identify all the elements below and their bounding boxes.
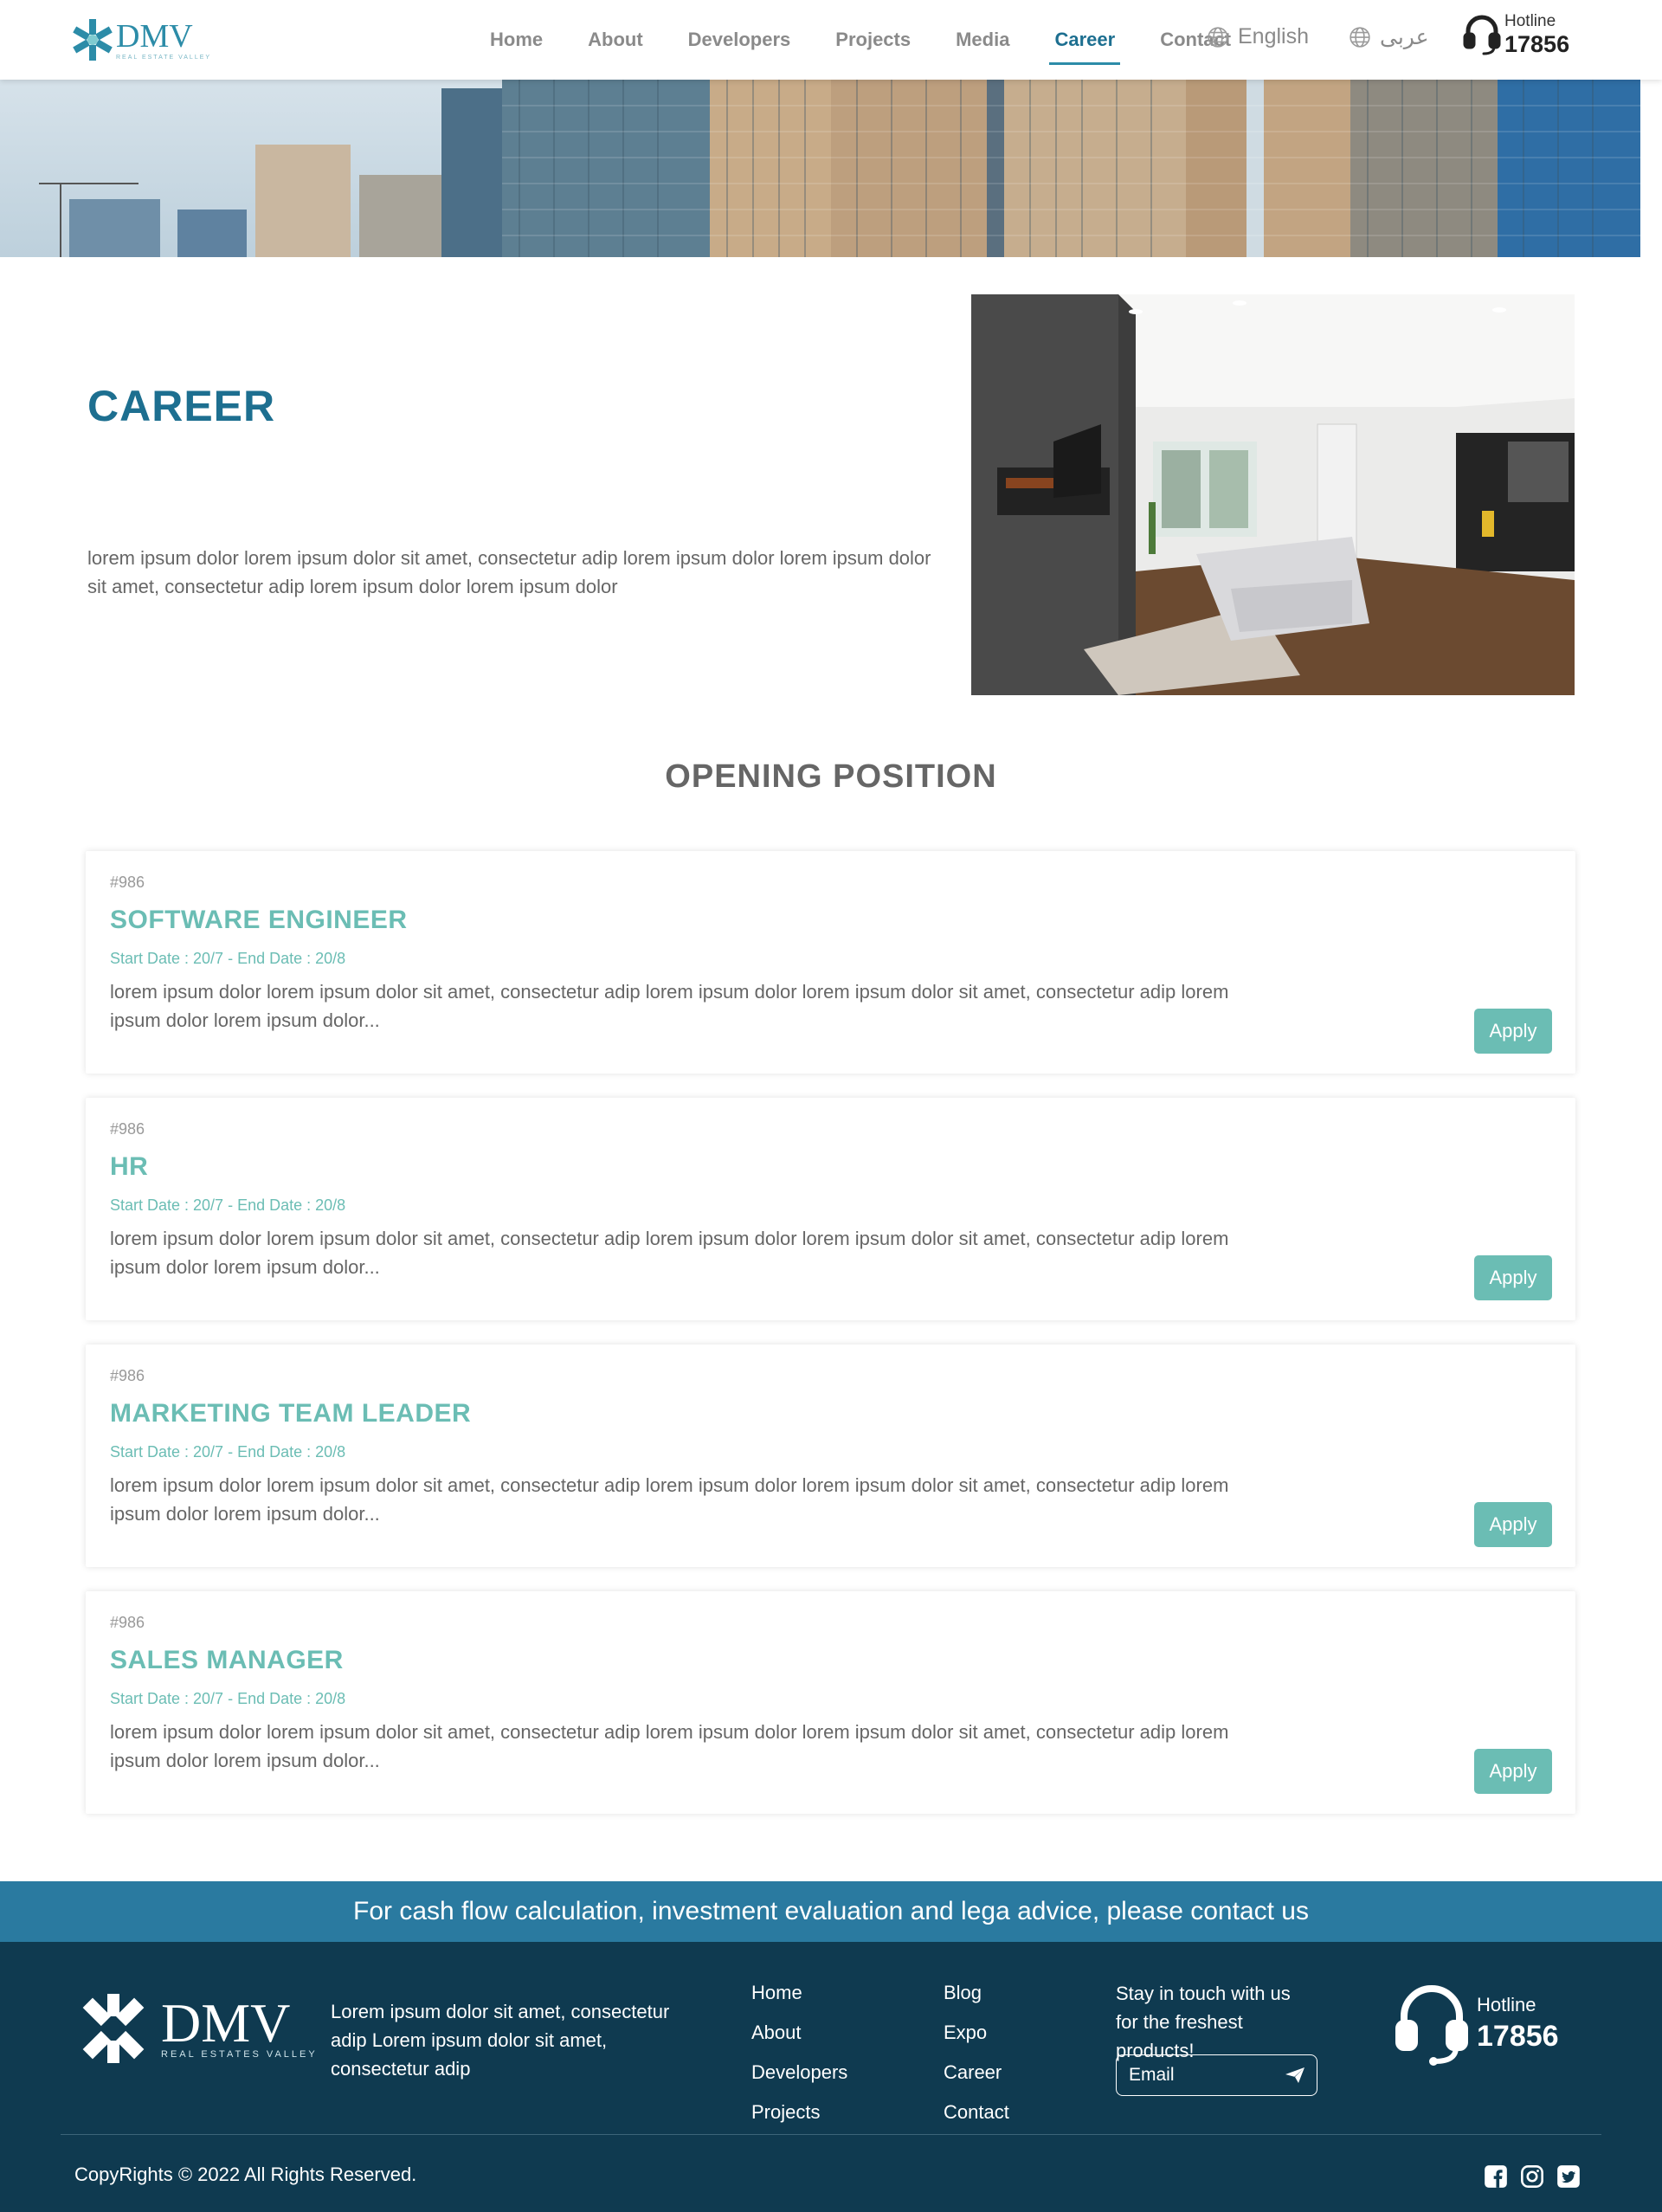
job-description: lorem ipsum dolor lorem ipsum dolor sit … (110, 981, 1229, 1031)
footer-link-about[interactable]: About (751, 2013, 847, 2053)
nav-projects[interactable]: Projects (830, 23, 916, 56)
headset-icon (1463, 15, 1501, 55)
contact-strip[interactable]: For cash flow calculation, investment ev… (0, 1881, 1662, 1942)
footer-logo-text: DMV (161, 1992, 291, 2054)
newsletter-email-input[interactable]: Email (1116, 2054, 1317, 2096)
footer-description: Lorem ipsum dolor sit amet, consectetur … (331, 2001, 670, 2080)
nav-media[interactable]: Media (950, 23, 1015, 56)
language-arabic[interactable]: عربى (1349, 24, 1429, 50)
page-title: CAREER (87, 382, 276, 430)
job-title: MARKETING TEAM LEADER (110, 1399, 472, 1428)
social-links (1472, 2164, 1581, 2193)
footer-link-blog[interactable]: Blog (944, 1973, 1009, 2013)
site-header: DMV REAL ESTATE VALLEY Home About Develo… (0, 0, 1662, 80)
logo-text: DMV (116, 17, 193, 55)
job-description: lorem ipsum dolor lorem ipsum dolor sit … (110, 1474, 1229, 1525)
logo-star-icon (73, 19, 113, 61)
job-card: #986 SOFTWARE ENGINEER Start Date : 20/7… (86, 851, 1575, 1074)
footer-link-career[interactable]: Career (944, 2053, 1009, 2093)
language-english[interactable]: English (1207, 24, 1309, 49)
main-nav: Home About Developers Projects Media Car… (485, 0, 1271, 80)
hotline-number: 17856 (1504, 31, 1570, 57)
job-dates: Start Date : 20/7 - End Date : 20/8 (110, 1443, 346, 1461)
hotline-footer[interactable]: Hotline 17856 (1394, 1978, 1559, 2068)
job-code: #986 (110, 1367, 145, 1384)
career-description: lorem ipsum dolor lorem ipsum dolor sit … (87, 547, 931, 597)
job-card: #986 MARKETING TEAM LEADER Start Date : … (86, 1345, 1575, 1567)
instagram-icon[interactable] (1520, 2164, 1544, 2193)
facebook-icon[interactable] (1484, 2164, 1508, 2193)
job-code: #986 (110, 1120, 145, 1138)
job-code: #986 (110, 1614, 145, 1631)
section-title-openings: OPENING POSITION (665, 758, 997, 795)
newsletter-text: Stay in touch with us for the freshest p… (1116, 1983, 1291, 2061)
globe-icon (1350, 27, 1370, 48)
logo-subtext: REAL ESTATE VALLEY (116, 54, 212, 61)
footer-logo-subtext: REAL ESTATES VALLEY (161, 2049, 318, 2060)
logo-star-icon (82, 1994, 145, 2063)
job-dates: Start Date : 20/7 - End Date : 20/8 (110, 950, 346, 967)
living-room-image (971, 294, 1575, 695)
apply-button[interactable]: Apply (1474, 1009, 1552, 1054)
footer-link-expo[interactable]: Expo (944, 2013, 1009, 2053)
job-card: #986 SALES MANAGER Start Date : 20/7 - E… (86, 1591, 1575, 1814)
twitter-icon[interactable] (1556, 2164, 1581, 2193)
job-description: lorem ipsum dolor lorem ipsum dolor sit … (110, 1721, 1229, 1771)
language-arabic-label: عربى (1380, 25, 1429, 49)
site-footer: DMV REAL ESTATES VALLEY Lorem ipsum dolo… (0, 1942, 1662, 2212)
job-card: #986 HR Start Date : 20/7 - End Date : 2… (86, 1098, 1575, 1320)
logo[interactable]: DMV REAL ESTATE VALLEY (73, 16, 211, 64)
job-description: lorem ipsum dolor lorem ipsum dolor sit … (110, 1228, 1229, 1278)
job-title: SOFTWARE ENGINEER (110, 906, 408, 934)
job-dates: Start Date : 20/7 - End Date : 20/8 (110, 1690, 346, 1707)
email-placeholder: Email (1129, 2065, 1175, 2085)
footer-logo[interactable]: DMV REAL ESTATES VALLEY (74, 1990, 318, 2067)
footer-divider (61, 2134, 1601, 2135)
apply-button[interactable]: Apply (1474, 1502, 1552, 1547)
globe-icon (1208, 26, 1228, 48)
footer-link-developers[interactable]: Developers (751, 2053, 847, 2093)
nav-about[interactable]: About (583, 23, 648, 56)
headset-icon (1395, 1985, 1468, 2066)
nav-developers[interactable]: Developers (683, 23, 796, 56)
send-icon[interactable] (1285, 2067, 1304, 2083)
apply-button[interactable]: Apply (1474, 1749, 1552, 1794)
apply-button[interactable]: Apply (1474, 1255, 1552, 1300)
footer-link-home[interactable]: Home (751, 1973, 847, 2013)
footer-links-col1: Home About Developers Projects (751, 1973, 847, 2132)
job-title: HR (110, 1152, 149, 1181)
job-dates: Start Date : 20/7 - End Date : 20/8 (110, 1196, 346, 1214)
footer-link-contact[interactable]: Contact (944, 2093, 1009, 2132)
hotline-header[interactable]: Hotline 17856 (1463, 12, 1569, 57)
city-banner-image (0, 80, 1640, 257)
footer-hotline-label: Hotline (1477, 1993, 1536, 2015)
language-english-label: English (1238, 24, 1309, 48)
nav-home[interactable]: Home (485, 23, 548, 56)
job-code: #986 (110, 874, 145, 891)
footer-link-projects[interactable]: Projects (751, 2093, 847, 2132)
job-title: SALES MANAGER (110, 1646, 344, 1674)
footer-hotline-number: 17856 (1477, 2019, 1559, 2053)
nav-career[interactable]: Career (1049, 23, 1120, 65)
copyright: CopyRights © 2022 All Rights Reserved. (74, 2164, 417, 2185)
footer-links-col2: Blog Expo Career Contact (944, 1973, 1009, 2132)
hotline-label: Hotline (1504, 12, 1556, 30)
